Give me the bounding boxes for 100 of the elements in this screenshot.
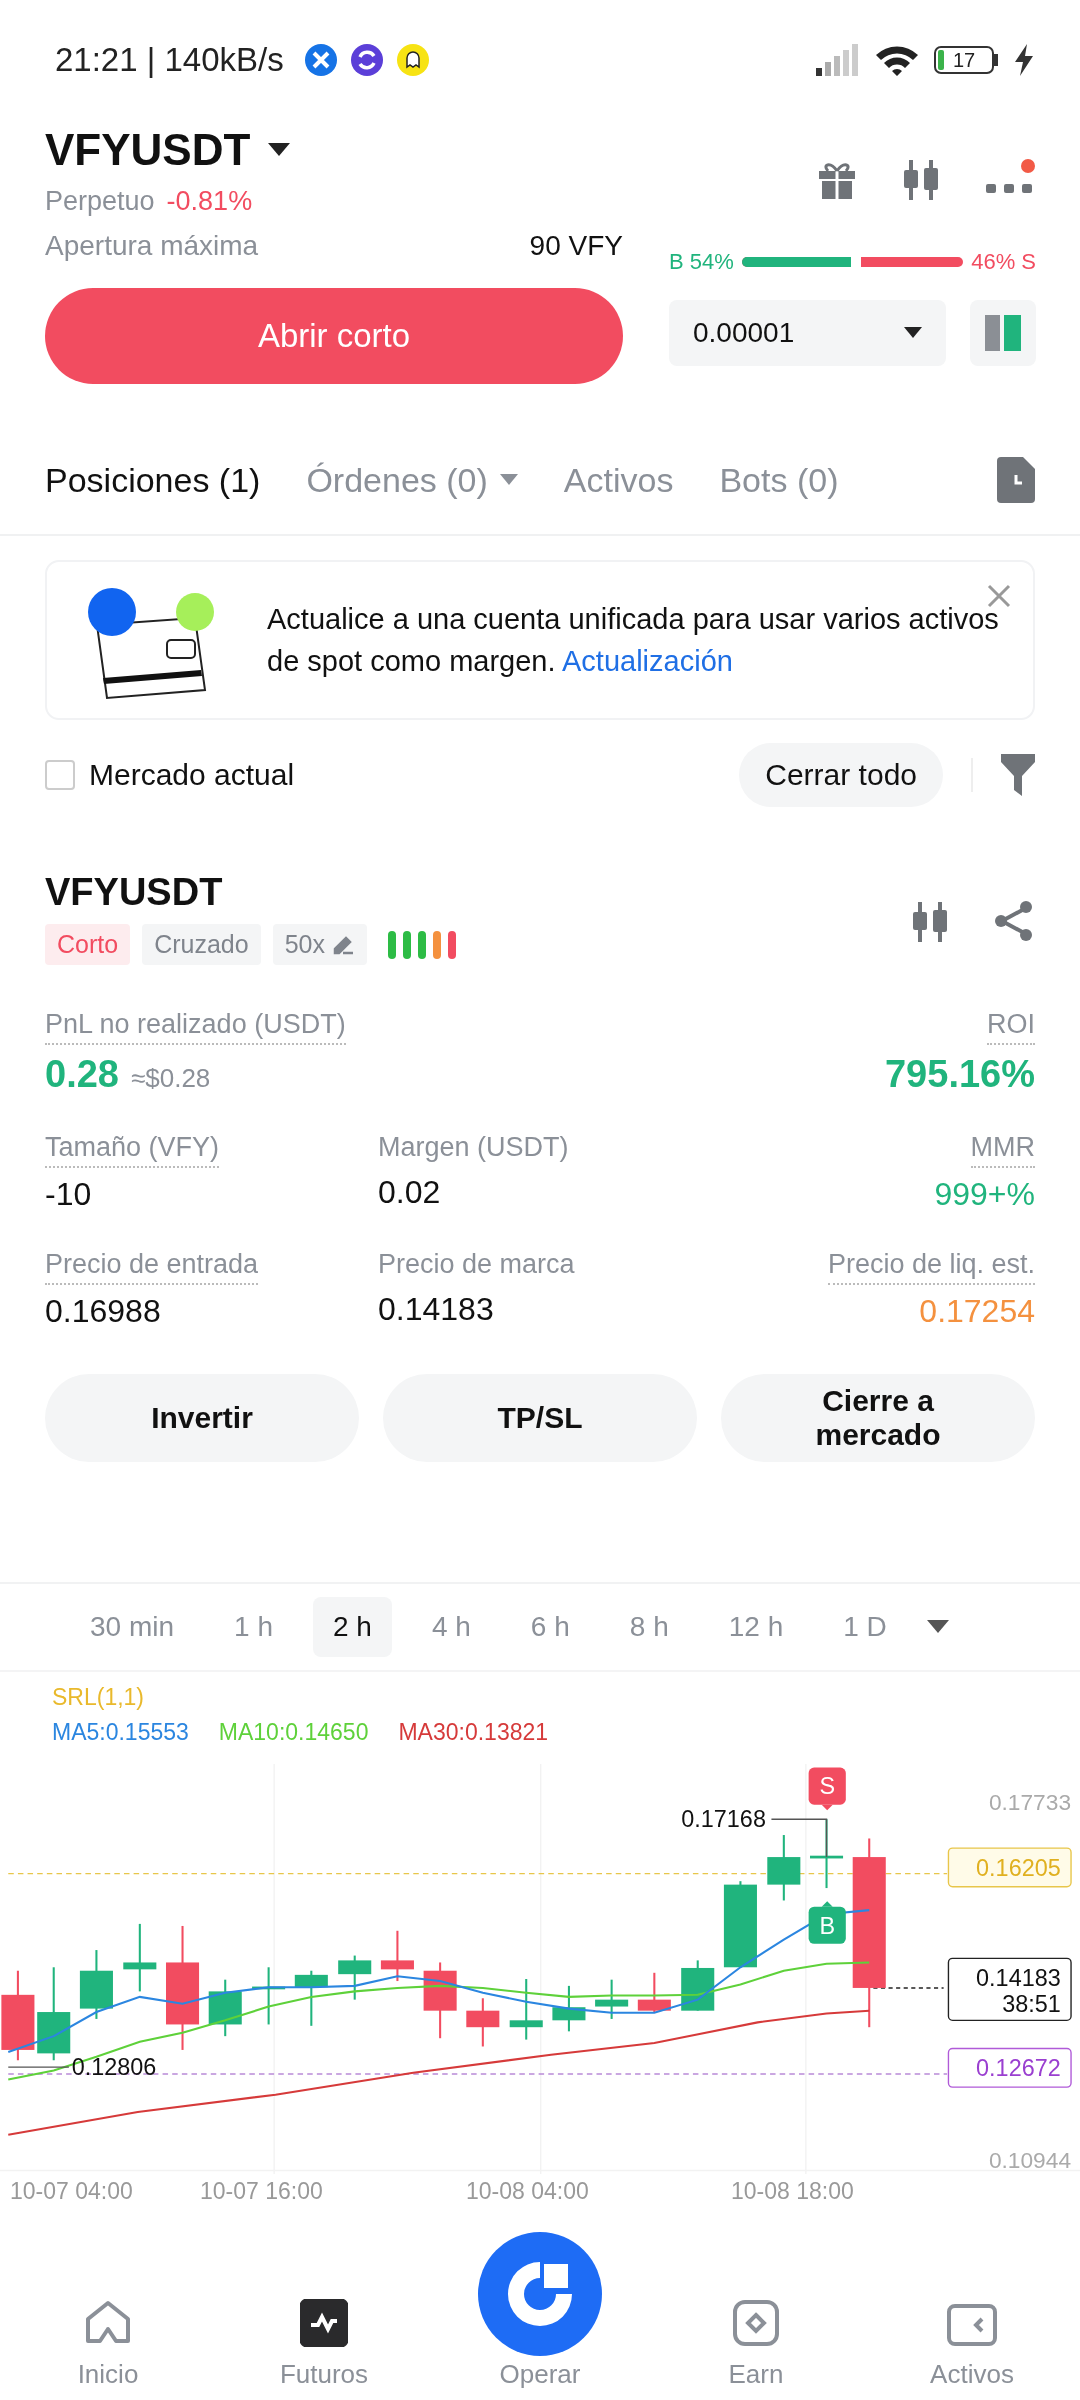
stat-label[interactable]: ROI <box>987 1009 1035 1045</box>
interval-tab[interactable]: 4 h <box>411 1597 491 1657</box>
precision-select[interactable]: 0.00001 <box>669 300 946 366</box>
signal-icon <box>816 44 860 76</box>
nav-item[interactable]: Activos <box>864 2303 1080 2390</box>
high-price-label: 0.17168 <box>681 1806 766 1833</box>
nav-item[interactable]: Operar <box>432 2359 648 2390</box>
position-tab[interactable]: Órdenes (0) <box>306 460 518 500</box>
stat-label[interactable]: PnL no realizado (USDT) <box>45 1009 346 1045</box>
stat-value: 0.28 <box>45 1053 119 1096</box>
stat-label[interactable]: Precio de entrada <box>45 1249 259 1285</box>
candle <box>208 1979 242 2037</box>
moving-average-label: MA5:0.15553 <box>52 1719 189 1746</box>
moving-average-label: MA30:0.13821 <box>398 1719 549 1746</box>
split-layout-icon[interactable] <box>985 315 1021 351</box>
share-icon[interactable] <box>993 900 1035 942</box>
filter-icon[interactable] <box>1001 754 1035 796</box>
stat-value: 795.16% <box>885 1053 1035 1096</box>
candle <box>767 1835 801 1901</box>
interval-tab[interactable]: 8 h <box>609 1597 689 1657</box>
stat-label: Margen (USDT) <box>378 1132 569 1164</box>
candle <box>338 1955 372 2000</box>
leader-line <box>770 1818 828 1858</box>
nav-item[interactable]: Futuros <box>216 2299 432 2390</box>
max-open-value: 90 VFY <box>529 230 623 262</box>
checkbox[interactable] <box>45 760 75 790</box>
time-axis-label: 10-08 04:00 <box>466 2178 589 2205</box>
wifi-icon <box>874 43 920 77</box>
stat-label: Precio de marca <box>378 1249 575 1281</box>
ghost-app-icon <box>395 43 430 77</box>
time-axis-label: 10-08 18:00 <box>731 2178 854 2205</box>
price-tag: 0.14183 38:51 <box>947 1957 1072 2021</box>
price-tag: 0.12672 <box>947 2047 1072 2088</box>
leader-line <box>7 2066 70 2068</box>
price-change: -0.81% <box>166 185 253 217</box>
position-tab[interactable]: Activos <box>563 460 674 500</box>
candle <box>595 1979 629 2019</box>
app-notification-icon <box>303 43 338 77</box>
interval-tab[interactable]: 2 h <box>313 1597 392 1657</box>
position-symbol: VFYUSDT <box>45 869 224 915</box>
candle <box>79 1950 113 2019</box>
time-axis-label: 10-07 16:00 <box>200 2178 323 2205</box>
caret-icon[interactable] <box>926 1620 949 1634</box>
candle <box>294 1970 328 2026</box>
candle <box>252 1967 286 2025</box>
caret-icon[interactable] <box>904 327 922 339</box>
price-tag: 0.16205 <box>947 1847 1072 1888</box>
candle <box>637 1972 671 2013</box>
price-axis-label: 0.17733 <box>988 1789 1072 1816</box>
nav-item[interactable]: Inicio <box>0 2299 216 2390</box>
edit-icon[interactable] <box>332 934 355 955</box>
stat-value: 0.16988 <box>45 1293 161 1330</box>
position-action-button[interactable]: TP/SL <box>383 1374 697 1462</box>
banner-message: Actualice a una cuenta unificada para usar varios activos de spot como margen. Actualización <box>267 602 1000 679</box>
low-price-label: 0.12806 <box>71 2054 157 2081</box>
stat-value: -10 <box>45 1176 92 1213</box>
position-tab[interactable]: Posiciones (1) <box>45 460 261 500</box>
charging-icon <box>1013 44 1035 76</box>
interval-tab[interactable]: 1 h <box>214 1597 293 1657</box>
candle <box>466 1998 500 2047</box>
max-open-label: Apertura máxima <box>45 230 259 262</box>
candle <box>681 1960 715 2011</box>
battery-indicator: 17 <box>934 46 999 74</box>
nav-item[interactable]: Earn <box>648 2299 864 2390</box>
stat-label[interactable]: MMR <box>970 1132 1035 1168</box>
candle <box>552 1985 586 2032</box>
interval-tab[interactable]: 30 min <box>70 1597 195 1657</box>
stat-value: 0.02 <box>378 1174 441 1211</box>
upgrade-link[interactable]: Actualización <box>562 645 733 677</box>
price-axis-label: 0.10944 <box>988 2147 1072 2174</box>
symbol-title[interactable]: VFYUSDT <box>45 125 251 175</box>
contract-type: Perpetuo <box>45 185 155 217</box>
stat-approx-value: ≈$0.28 <box>130 1063 211 1094</box>
moving-average-label: MA10:0.14650 <box>218 1719 369 1746</box>
open-short-button[interactable]: Abrir corto <box>45 288 623 384</box>
chart-pulse-icon[interactable] <box>300 2299 348 2347</box>
close-icon[interactable] <box>987 584 1011 608</box>
candle <box>810 1819 844 1889</box>
wallet-icon[interactable] <box>946 2303 998 2347</box>
side-tag: Corto <box>45 924 131 965</box>
position-action-button[interactable]: Cierre a mercado <box>721 1374 1035 1462</box>
diamond-square-icon[interactable] <box>732 2299 780 2347</box>
position-tab[interactable]: Bots (0) <box>719 460 839 500</box>
interval-tab[interactable]: 12 h <box>708 1597 804 1657</box>
position-action-button[interactable]: Invertir <box>45 1374 359 1462</box>
interval-tab[interactable]: 1 D <box>823 1597 907 1657</box>
close-all-button[interactable]: Cerrar todo <box>739 743 943 807</box>
time-axis-label: 10-07 04:00 <box>10 2178 133 2205</box>
leverage-tag[interactable]: 50x <box>272 924 367 965</box>
history-icon[interactable] <box>997 457 1035 503</box>
stat-value: 0.17254 <box>919 1293 1035 1330</box>
app-notification-icon <box>349 43 384 77</box>
interval-tab[interactable]: 6 h <box>510 1597 590 1657</box>
layout-toggle-button[interactable] <box>970 300 1036 366</box>
stat-label[interactable]: Tamaño (VFY) <box>45 1132 220 1168</box>
status-time: 21:21 | 140kB/s <box>55 41 284 79</box>
caret-icon[interactable] <box>268 143 291 157</box>
checkbox-label[interactable]: Mercado actual <box>89 758 295 792</box>
stat-label[interactable]: Precio de liq. est. <box>827 1249 1035 1285</box>
stat-value: 999+% <box>934 1176 1035 1213</box>
